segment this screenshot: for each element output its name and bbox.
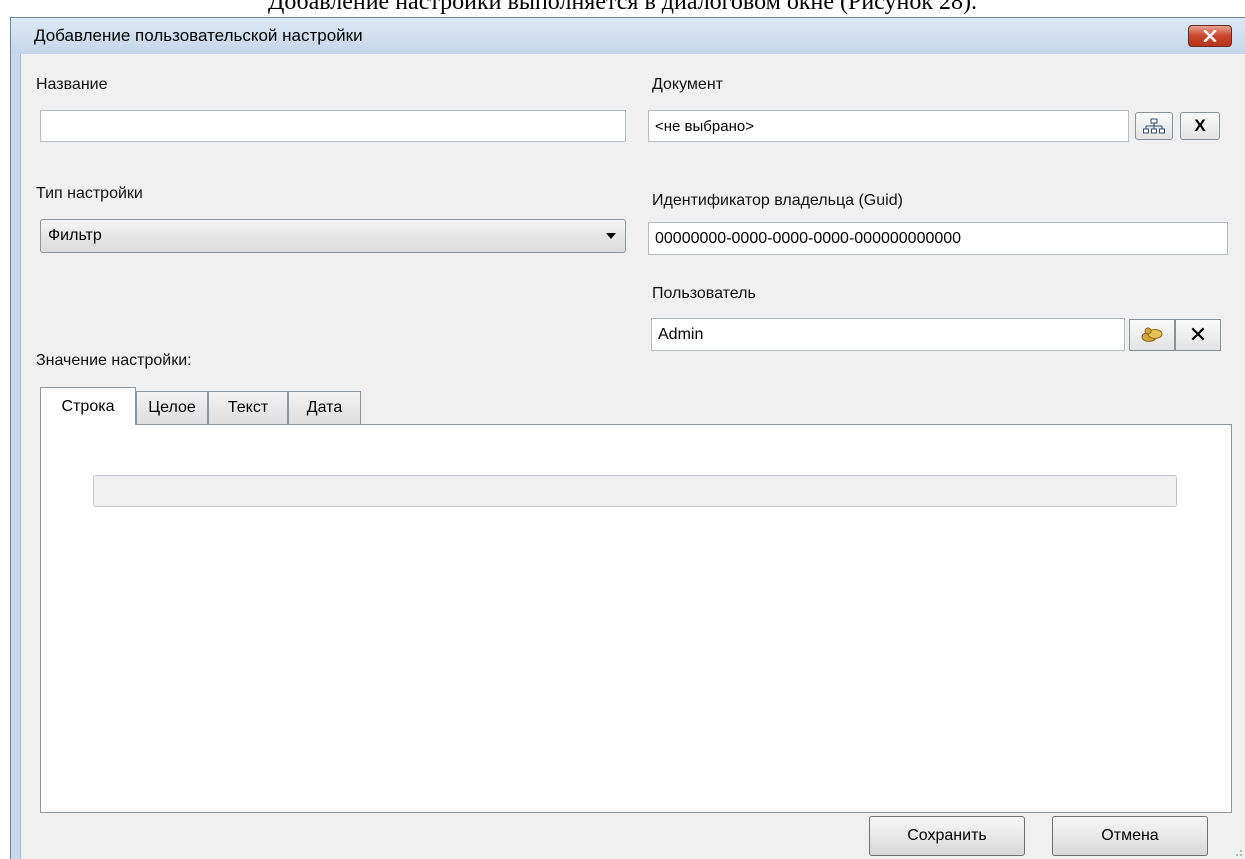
save-button[interactable]: Сохранить xyxy=(869,816,1025,856)
user-label: Пользователь xyxy=(652,285,756,302)
document-label: Документ xyxy=(652,76,723,93)
setting-value-label: Значение настройки: xyxy=(36,352,192,369)
tab-date[interactable]: Дата xyxy=(288,391,361,424)
users-icon xyxy=(1141,327,1163,342)
tab-integer[interactable]: Целое xyxy=(136,391,208,424)
close-x-icon xyxy=(1203,30,1217,42)
tree-structure-icon xyxy=(1143,118,1165,134)
add-setting-dialog: Добавление пользовательской настройки На… xyxy=(10,17,1245,859)
tab-panel-string xyxy=(40,424,1232,813)
setting-type-value: Фильтр xyxy=(48,227,102,244)
string-value-input[interactable] xyxy=(93,475,1177,507)
close-button[interactable] xyxy=(1188,25,1232,47)
cancel-button[interactable]: Отмена xyxy=(1052,816,1208,856)
owner-id-label: Идентификатор владельца (Guid) xyxy=(652,192,903,209)
owner-id-input[interactable]: 00000000-0000-0000-0000-000000000000 xyxy=(648,222,1228,255)
document-caption: Добавление настройки выполняется в диало… xyxy=(267,0,977,15)
tab-string[interactable]: Строка xyxy=(40,387,136,425)
dialog-title: Добавление пользовательской настройки xyxy=(34,26,363,45)
clear-document-button[interactable]: X xyxy=(1180,112,1220,140)
title-bar: Добавление пользовательской настройки xyxy=(11,18,1245,54)
user-input[interactable]: Admin xyxy=(651,318,1125,351)
select-user-button[interactable] xyxy=(1129,319,1175,351)
clear-user-button[interactable]: ✕ xyxy=(1175,319,1221,351)
tab-text[interactable]: Текст xyxy=(208,391,288,424)
chevron-down-icon xyxy=(606,233,616,239)
dialog-client-area: Название Документ <не выбрано> X Тип нас… xyxy=(20,54,1245,859)
document-input[interactable]: <не выбрано> xyxy=(648,110,1129,142)
name-label: Название xyxy=(36,76,108,93)
select-document-button[interactable] xyxy=(1135,112,1173,140)
resize-grip-icon[interactable] xyxy=(1233,847,1243,857)
name-input[interactable] xyxy=(40,110,626,142)
setting-type-select[interactable]: Фильтр xyxy=(40,219,626,253)
setting-type-label: Тип настройки xyxy=(36,185,143,202)
